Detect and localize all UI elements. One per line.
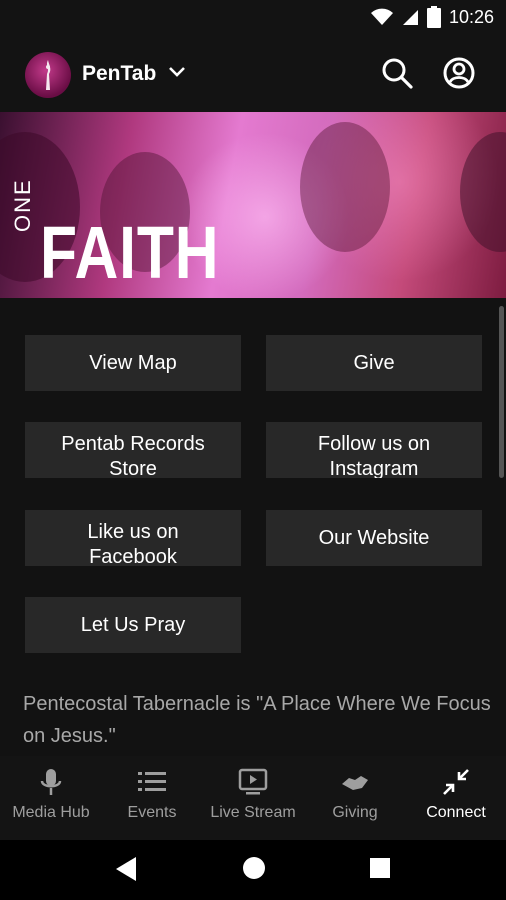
list-icon — [138, 772, 166, 791]
flame-figure-icon — [46, 60, 51, 90]
button-label: View Map — [89, 352, 177, 374]
tab-connect[interactable]: Connect — [406, 756, 506, 840]
tab-label: Events — [127, 804, 177, 821]
church-description: Pentecostal Tabernacle is "A Place Where… — [23, 693, 491, 747]
button-label-line2: Facebook — [89, 546, 177, 566]
home-icon[interactable] — [242, 856, 266, 880]
collapse-arrows-icon — [443, 769, 469, 795]
tab-label: Giving — [332, 804, 378, 821]
button-label-line1: Like us on — [87, 521, 179, 543]
hero-banner[interactable]: ONE FAITH — [0, 112, 506, 298]
website-button[interactable]: Our Website — [266, 510, 482, 566]
view-map-button[interactable]: View Map — [25, 335, 241, 391]
give-button[interactable]: Give — [266, 335, 482, 391]
tab-events[interactable]: Events — [102, 756, 202, 840]
status-icons: 10:26 — [370, 6, 494, 28]
account-icon[interactable] — [442, 56, 476, 90]
church-logo[interactable] — [25, 52, 71, 98]
status-time: 10:26 — [448, 6, 494, 27]
banner-word-faith: FAITH — [40, 211, 220, 294]
button-label-line1: Follow us on — [317, 433, 431, 455]
let-us-pray-button[interactable]: Let Us Pray — [25, 597, 241, 653]
button-label: Give — [353, 352, 395, 374]
tv-play-icon — [238, 768, 268, 795]
instagram-button[interactable]: Follow us on Instagram — [266, 422, 482, 478]
battery-icon — [426, 6, 441, 28]
wifi-icon — [370, 8, 393, 25]
system-navigation-bar — [0, 840, 506, 900]
cell-signal-icon — [402, 10, 418, 25]
search-icon[interactable] — [380, 56, 414, 90]
app-title[interactable]: PenTab — [82, 62, 156, 86]
tab-live-stream[interactable]: Live Stream — [202, 756, 304, 840]
tab-media-hub[interactable]: Media Hub — [0, 756, 102, 840]
button-label-line2: Instagram — [329, 458, 419, 478]
microphone-icon — [40, 769, 62, 795]
facebook-button[interactable]: Like us on Facebook — [25, 510, 241, 566]
banner-silhouette — [300, 122, 390, 252]
tab-label: Live Stream — [210, 804, 296, 821]
tab-label: Media Hub — [12, 804, 90, 821]
scrollbar[interactable] — [499, 306, 504, 478]
button-label-line1: Pentab Records — [61, 433, 205, 455]
banner-word-one: ONE — [10, 178, 35, 232]
tab-giving[interactable]: Giving — [304, 756, 406, 840]
tab-label: Connect — [426, 804, 486, 821]
handshake-icon — [342, 776, 368, 790]
status-bar: 10:26 — [0, 0, 506, 36]
back-icon[interactable] — [114, 856, 138, 882]
recents-icon[interactable] — [369, 857, 391, 879]
button-label: Our Website — [318, 527, 430, 549]
bottom-navigation: Media Hub Events Live Stream Giving Conn… — [0, 756, 506, 840]
button-label-line2: Store — [109, 458, 157, 478]
chevron-down-icon[interactable] — [168, 65, 186, 79]
app-bar: PenTab — [0, 36, 506, 112]
button-label: Let Us Pray — [80, 614, 186, 636]
records-store-button[interactable]: Pentab Records Store — [25, 422, 241, 478]
